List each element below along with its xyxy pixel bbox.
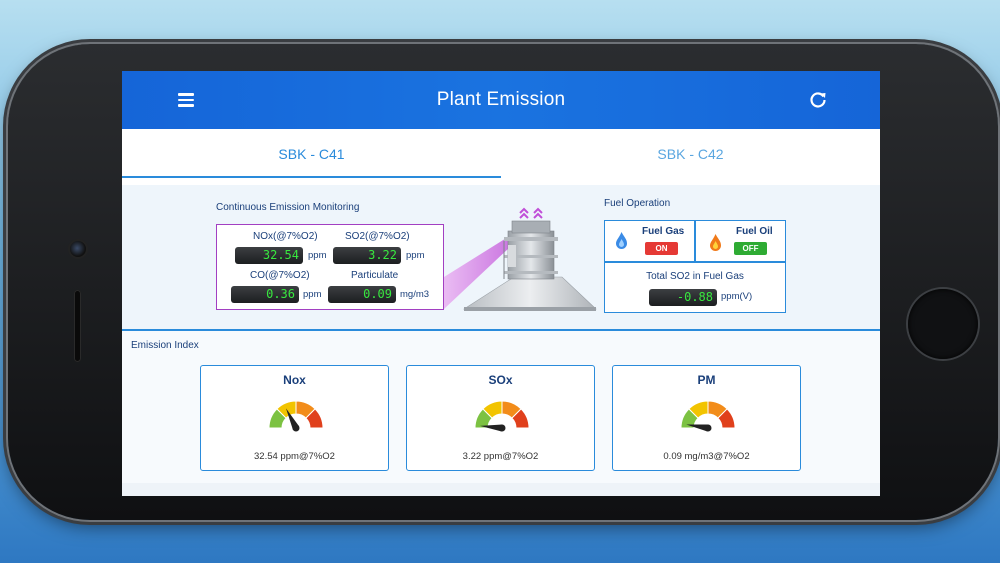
page-title: Plant Emission <box>436 89 566 110</box>
nox-value: 32.54 <box>235 247 303 264</box>
gauge-reading-pm: 0.09 mg/m3@7%O2 <box>663 451 750 462</box>
flame-blue-icon <box>616 232 627 249</box>
total-so2-label: Total SO2 in Fuel Gas <box>646 271 744 282</box>
so2-unit: ppm <box>406 250 425 261</box>
gauge-hub <box>498 424 506 432</box>
cem-section-label: Continuous Emission Monitoring <box>216 202 360 213</box>
refresh-icon[interactable] <box>808 90 828 110</box>
gauge-reading-nox: 32.54 ppm@7%O2 <box>254 451 335 462</box>
fuel-gas-box[interactable]: Fuel Gas ON <box>604 220 695 262</box>
gauge-title-sox: SOx <box>488 373 513 387</box>
co-label: CO(@7%O2) <box>250 270 310 281</box>
gauge-dial-pm <box>680 400 736 432</box>
emission-stack-illustration <box>444 207 597 311</box>
cem-readings-box: NOx(@7%O2) 32.54 ppm SO2(@7%O2) 3.22 ppm… <box>216 224 444 310</box>
menu-icon[interactable] <box>178 93 194 107</box>
gauge-title-pm: PM <box>697 373 716 387</box>
co-unit: ppm <box>303 289 322 300</box>
app-screen: Plant Emission SBK - C41 SBK - C42 Conti… <box>122 71 880 496</box>
gauge-card-sox[interactable]: SOx 3.22 ppm@7%O2 <box>406 365 595 471</box>
fuel-oil-label: Fuel Oil <box>736 226 773 237</box>
gauge-dial-sox <box>474 400 530 432</box>
home-button[interactable] <box>908 289 978 359</box>
flame-orange-icon <box>710 234 721 251</box>
gauge-title-nox: Nox <box>283 373 306 387</box>
so2-value: 3.22 <box>333 247 401 264</box>
speaker-grill <box>74 290 81 362</box>
total-so2-unit: ppm(V) <box>721 291 753 302</box>
nox-unit: ppm <box>308 250 327 261</box>
fuel-section-label: Fuel Operation <box>604 198 671 209</box>
nox-label: NOx(@7%O2) <box>253 231 318 242</box>
fuel-oil-box[interactable]: Fuel Oil OFF <box>695 220 786 262</box>
fuel-gas-label: Fuel Gas <box>642 226 685 237</box>
bottom-strip <box>122 483 880 496</box>
particulate-unit: mg/m3 <box>400 289 430 300</box>
particulate-value: 0.09 <box>328 286 396 303</box>
emission-index-label: Emission Index <box>131 340 199 351</box>
fuel-gas-status-badge: ON <box>645 242 678 255</box>
particulate-label: Particulate <box>351 270 399 281</box>
fuel-oil-status-badge: OFF <box>734 242 767 255</box>
gauge-card-pm[interactable]: PM 0.09 mg/m3@7%O2 <box>612 365 801 471</box>
tab-bar: SBK - C41 SBK - C42 <box>122 129 880 179</box>
tab-sbk-c41[interactable]: SBK - C41 <box>122 129 501 179</box>
gauge-hub <box>704 424 712 432</box>
total-so2-box: Total SO2 in Fuel Gas -0.88 ppm(V) <box>604 262 786 313</box>
so2-label: SO2(@7%O2) <box>345 231 410 242</box>
co-value: 0.36 <box>231 286 299 303</box>
tab-sbk-c42[interactable]: SBK - C42 <box>501 129 880 179</box>
gauge-hub <box>292 424 300 432</box>
gauge-dial-nox <box>268 400 324 432</box>
camera-icon <box>70 241 86 257</box>
app-bar: Plant Emission <box>122 71 880 129</box>
gauge-reading-sox: 3.22 ppm@7%O2 <box>462 451 539 462</box>
total-so2-value: -0.88 <box>649 289 717 306</box>
gauge-card-nox[interactable]: Nox 32.54 ppm@7%O2 <box>200 365 389 471</box>
